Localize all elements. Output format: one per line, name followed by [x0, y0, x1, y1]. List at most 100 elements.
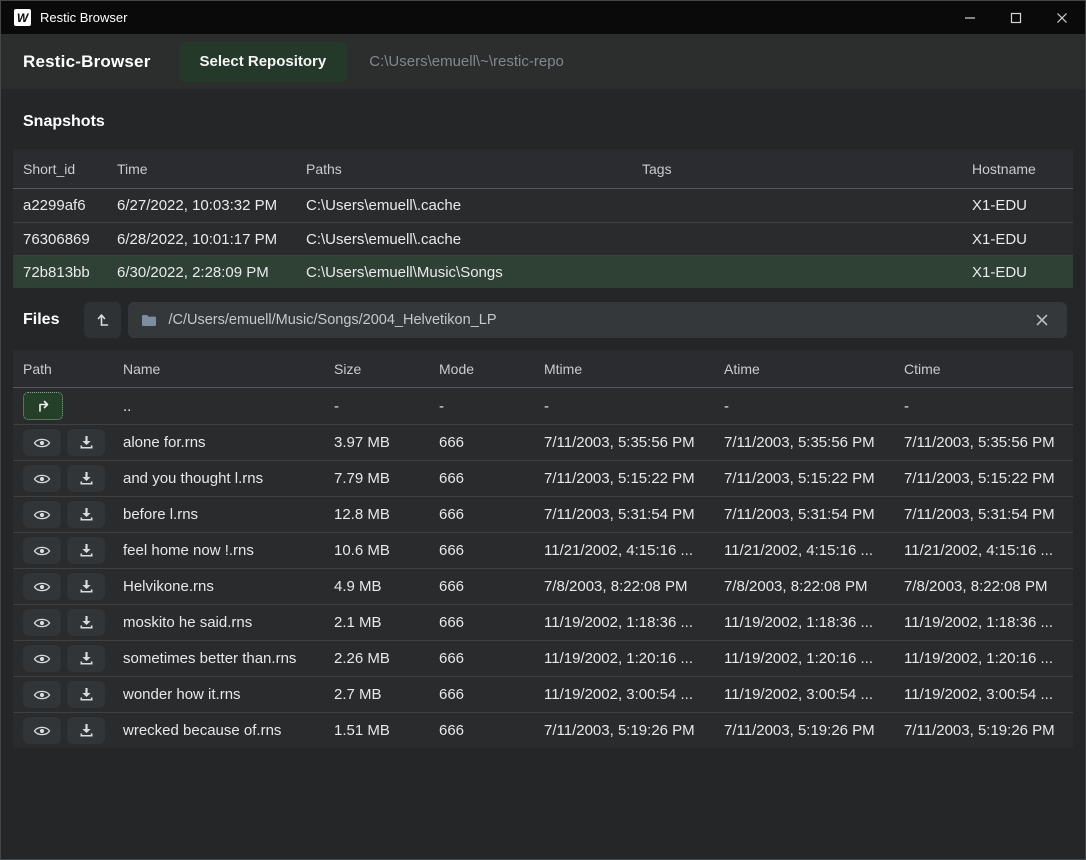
snapshot-hostname: X1-EDU — [972, 231, 1063, 248]
preview-file-button[interactable] — [23, 573, 61, 600]
download-icon — [79, 651, 94, 666]
current-path: /C/Users/emuell/Music/Songs/2004_Helveti… — [168, 312, 496, 328]
download-file-button[interactable] — [67, 609, 105, 636]
file-mtime: 7/11/2003, 5:31:54 PM — [544, 506, 724, 523]
column-header-short-id: Short_id — [23, 161, 117, 177]
file-mtime: 11/19/2002, 1:18:36 ... — [544, 614, 724, 631]
window-title: Restic Browser — [40, 10, 127, 25]
download-file-button[interactable] — [67, 717, 105, 744]
file-mtime: 7/8/2003, 8:22:08 PM — [544, 578, 724, 595]
file-name: sometimes better than.rns — [123, 650, 334, 667]
select-repository-button[interactable]: Select Repository — [179, 42, 348, 82]
download-file-button[interactable] — [67, 465, 105, 492]
file-ctime: 7/11/2003, 5:35:56 PM — [904, 434, 1063, 451]
eye-icon — [33, 724, 51, 738]
download-file-button[interactable] — [67, 681, 105, 708]
files-table: Path Name Size Mode Mtime Atime Ctime ..… — [13, 350, 1073, 748]
file-size: 1.51 MB — [334, 722, 439, 739]
titlebar: W Restic Browser — [1, 1, 1085, 34]
file-size: 4.9 MB — [334, 578, 439, 595]
snapshot-hostname: X1-EDU — [972, 197, 1063, 214]
download-icon — [79, 579, 94, 594]
minimize-button[interactable] — [947, 1, 993, 34]
file-ctime: 7/11/2003, 5:19:26 PM — [904, 722, 1063, 739]
preview-file-button[interactable] — [23, 537, 61, 564]
snapshot-row[interactable]: a2299af6 6/27/2022, 10:03:32 PM C:\Users… — [13, 189, 1073, 222]
clear-path-button[interactable] — [1030, 308, 1054, 332]
dump-folder-button[interactable] — [84, 302, 121, 338]
file-size: 10.6 MB — [334, 542, 439, 559]
download-icon — [79, 687, 94, 702]
file-row: sometimes better than.rns 2.26 MB 666 11… — [13, 640, 1073, 676]
preview-file-button[interactable] — [23, 717, 61, 744]
file-row: moskito he said.rns 2.1 MB 666 11/19/200… — [13, 604, 1073, 640]
file-mode: 666 — [439, 434, 544, 451]
column-header-paths: Paths — [306, 161, 642, 177]
file-ctime: 7/11/2003, 5:31:54 PM — [904, 506, 1063, 523]
download-icon — [79, 723, 94, 738]
files-bar: Files /C/Users/emuell/Music/Songs/2004_H… — [1, 288, 1085, 350]
preview-file-button[interactable] — [23, 429, 61, 456]
snapshot-row[interactable]: 72b813bb 6/30/2022, 2:28:09 PM C:\Users\… — [13, 255, 1073, 288]
preview-file-button[interactable] — [23, 609, 61, 636]
snapshot-paths: C:\Users\emuell\.cache — [306, 197, 642, 214]
download-file-button[interactable] — [67, 429, 105, 456]
eye-icon — [33, 580, 51, 594]
eye-icon — [33, 508, 51, 522]
preview-file-button[interactable] — [23, 645, 61, 672]
path-breadcrumb-input[interactable]: /C/Users/emuell/Music/Songs/2004_Helveti… — [128, 302, 1067, 338]
download-file-button[interactable] — [67, 501, 105, 528]
file-size: 2.7 MB — [334, 686, 439, 703]
close-icon — [1056, 12, 1068, 24]
preview-file-button[interactable] — [23, 681, 61, 708]
column-header-atime: Atime — [724, 361, 904, 377]
app-icon: W — [14, 9, 31, 26]
file-mode: 666 — [439, 686, 544, 703]
download-icon — [79, 615, 94, 630]
file-mode: 666 — [439, 614, 544, 631]
column-header-mtime: Mtime — [544, 361, 724, 377]
file-mode: 666 — [439, 578, 544, 595]
file-name: wonder how it.rns — [123, 686, 334, 703]
minimize-icon — [964, 12, 976, 24]
download-icon — [79, 471, 94, 486]
column-header-time: Time — [117, 161, 306, 177]
preview-file-button[interactable] — [23, 501, 61, 528]
file-row: Helvikone.rns 4.9 MB 666 7/8/2003, 8:22:… — [13, 568, 1073, 604]
column-header-path: Path — [23, 361, 123, 377]
eye-icon — [33, 688, 51, 702]
download-file-button[interactable] — [67, 537, 105, 564]
eye-icon — [33, 544, 51, 558]
file-atime: 11/19/2002, 3:00:54 ... — [724, 686, 904, 703]
file-mode: 666 — [439, 470, 544, 487]
eye-icon — [33, 472, 51, 486]
file-atime: 11/19/2002, 1:18:36 ... — [724, 614, 904, 631]
close-button[interactable] — [1039, 1, 1085, 34]
column-header-hostname: Hostname — [972, 161, 1063, 177]
snapshot-row[interactable]: 76306869 6/28/2022, 10:01:17 PM C:\Users… — [13, 222, 1073, 255]
snapshots-table: Short_id Time Paths Tags Hostname a2299a… — [13, 149, 1073, 288]
parent-directory-row: .. - - - - - — [13, 388, 1073, 424]
snapshots-table-header: Short_id Time Paths Tags Hostname — [13, 149, 1073, 189]
files-table-header: Path Name Size Mode Mtime Atime Ctime — [13, 350, 1073, 388]
file-size: 7.79 MB — [334, 470, 439, 487]
column-header-size: Size — [334, 361, 439, 377]
file-mtime: 11/21/2002, 4:15:16 ... — [544, 542, 724, 559]
download-file-button[interactable] — [67, 573, 105, 600]
repository-path: C:\Users\emuell\~\restic-repo — [369, 53, 564, 70]
file-mode: 666 — [439, 506, 544, 523]
app-window: W Restic Browser Restic-Browser Select R… — [0, 0, 1086, 860]
file-atime: 7/11/2003, 5:15:22 PM — [724, 470, 904, 487]
parent-directory-button[interactable] — [23, 392, 63, 420]
maximize-button[interactable] — [993, 1, 1039, 34]
file-name: before l.rns — [123, 506, 334, 523]
column-header-ctime: Ctime — [904, 361, 1063, 377]
column-header-tags: Tags — [642, 161, 972, 177]
file-ctime: 7/8/2003, 8:22:08 PM — [904, 578, 1063, 595]
download-file-button[interactable] — [67, 645, 105, 672]
preview-file-button[interactable] — [23, 465, 61, 492]
file-size: 12.8 MB — [334, 506, 439, 523]
snapshot-short-id: a2299af6 — [23, 197, 117, 214]
download-icon — [79, 543, 94, 558]
file-name: moskito he said.rns — [123, 614, 334, 631]
